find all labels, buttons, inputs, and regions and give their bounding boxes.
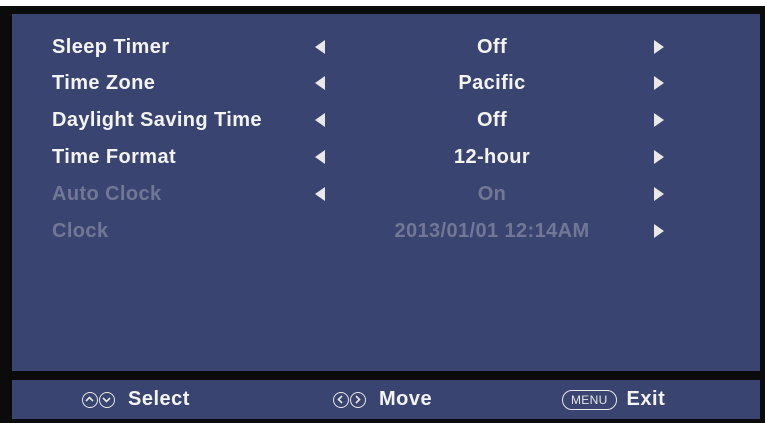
select-hint-label: Select bbox=[128, 388, 190, 410]
up-button-icon bbox=[82, 391, 98, 408]
menu-row-label: Auto Clock bbox=[52, 183, 162, 205]
right-button-icon bbox=[350, 391, 366, 408]
move-hint-label: Move bbox=[379, 388, 433, 410]
menu-row-auto-clock[interactable]: Auto Clock On bbox=[12, 179, 760, 209]
chevron-left-icon[interactable] bbox=[315, 76, 325, 90]
menu-row-daylight-saving-time[interactable]: Daylight Saving Time Off bbox=[12, 105, 760, 135]
menu-row-sleep-timer[interactable]: Sleep Timer Off bbox=[12, 32, 760, 62]
tv-screen: Sleep Timer Off Time Zone Pacific Daylig… bbox=[0, 6, 765, 423]
menu-row-label: Sleep Timer bbox=[52, 36, 170, 58]
menu-row-label: Time Format bbox=[52, 146, 177, 168]
chevron-right-icon[interactable] bbox=[654, 76, 664, 90]
chevron-left-icon[interactable] bbox=[315, 40, 325, 54]
chevron-right-icon[interactable] bbox=[654, 187, 664, 201]
menu-row-label: Daylight Saving Time bbox=[52, 109, 262, 131]
menu-row-label: Clock bbox=[52, 220, 109, 242]
exit-hint: MENU Exit bbox=[562, 380, 665, 419]
chevron-left-icon[interactable] bbox=[315, 187, 325, 201]
time-settings-menu: Sleep Timer Off Time Zone Pacific Daylig… bbox=[12, 14, 760, 371]
chevron-right-icon[interactable] bbox=[654, 40, 664, 54]
down-button-icon bbox=[99, 391, 115, 408]
move-hint: Move bbox=[333, 380, 432, 419]
menu-row-label: Time Zone bbox=[52, 72, 156, 94]
menu-row-value: Off bbox=[476, 109, 508, 131]
button-hint-bar: Select Move MENU Exit bbox=[12, 380, 760, 419]
menu-key-icon: MENU bbox=[562, 389, 617, 410]
menu-row-value: On bbox=[477, 183, 507, 205]
menu-row-time-format[interactable]: Time Format 12-hour bbox=[12, 142, 760, 172]
chevron-right-icon[interactable] bbox=[654, 113, 664, 127]
left-button-icon bbox=[333, 391, 349, 408]
menu-row-time-zone[interactable]: Time Zone Pacific bbox=[12, 68, 760, 98]
chevron-left-icon[interactable] bbox=[315, 113, 325, 127]
menu-row-value: Off bbox=[476, 36, 508, 58]
menu-row-value: Pacific bbox=[458, 72, 526, 94]
menu-row-clock[interactable]: Clock 2013/01/01 12:14AM bbox=[12, 216, 760, 246]
exit-hint-label: Exit bbox=[626, 388, 666, 410]
menu-row-value: 12-hour bbox=[453, 146, 531, 168]
chevron-right-icon[interactable] bbox=[654, 224, 664, 238]
chevron-left-icon[interactable] bbox=[315, 150, 325, 164]
chevron-right-icon[interactable] bbox=[654, 150, 664, 164]
menu-row-value: 2013/01/01 12:14AM bbox=[394, 220, 590, 242]
select-hint: Select bbox=[82, 380, 190, 419]
